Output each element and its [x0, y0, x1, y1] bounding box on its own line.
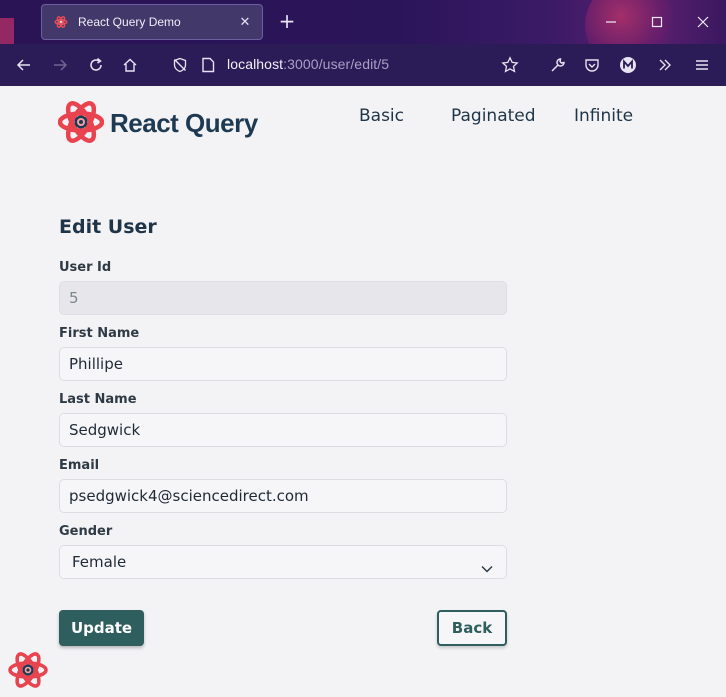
gender-label: Gender [59, 524, 113, 539]
nav-link-infinite[interactable]: Infinite [574, 106, 633, 126]
logo-text[interactable]: React Query [110, 108, 258, 139]
browser-tab-bar: React Query Demo ✕ + [0, 0, 726, 44]
last-name-field[interactable]: Sedgwick [59, 413, 507, 447]
nav-link-basic[interactable]: Basic [359, 106, 404, 126]
home-icon[interactable] [116, 51, 144, 79]
close-window-icon[interactable] [680, 0, 726, 44]
address-bar[interactable]: localhost:3000/user/edit/5 [227, 56, 389, 72]
react-query-favicon-icon [54, 15, 68, 29]
bookmark-star-icon[interactable] [496, 51, 524, 79]
pocket-icon[interactable] [578, 51, 606, 79]
url-path: :3000/user/edit/5 [283, 56, 390, 72]
chevron-down-icon [480, 555, 494, 573]
reload-icon[interactable] [82, 51, 110, 79]
url-host: localhost [227, 56, 284, 72]
close-tab-icon[interactable]: ✕ [234, 15, 256, 30]
back-button[interactable]: Back [437, 610, 507, 646]
react-query-logo-icon [58, 101, 104, 143]
forward-arrow-icon[interactable] [46, 51, 74, 79]
new-tab-icon[interactable]: + [276, 10, 298, 32]
nav-link-paginated[interactable]: Paginated [451, 106, 536, 126]
browser-tab[interactable]: React Query Demo ✕ [41, 4, 263, 40]
page-content: React Query Basic Paginated Infinite Edi… [0, 86, 726, 697]
react-query-devtools-toggle[interactable] [8, 650, 48, 690]
tab-bar-decoration [0, 18, 14, 44]
extension-m-icon[interactable] [614, 51, 642, 79]
form-title: Edit User [59, 216, 157, 238]
minimize-icon[interactable] [588, 0, 634, 44]
user-id-field: 5 [59, 281, 507, 315]
hamburger-menu-icon[interactable] [688, 51, 716, 79]
maximize-icon[interactable] [634, 0, 680, 44]
gender-selected-value: Female [72, 553, 127, 571]
react-query-logo[interactable] [58, 100, 104, 144]
react-query-devtools-icon [8, 652, 48, 688]
email-label: Email [59, 458, 100, 473]
update-button[interactable]: Update [59, 610, 144, 646]
email-field[interactable]: psedgwick4@sciencedirect.com [59, 479, 507, 513]
user-id-label: User Id [59, 260, 112, 275]
tab-title: React Query Demo [78, 15, 181, 29]
page-info-icon[interactable] [194, 51, 222, 79]
first-name-field[interactable]: Phillipe [59, 347, 507, 381]
gender-select[interactable]: Female [59, 545, 507, 579]
tracking-protection-icon[interactable] [166, 51, 194, 79]
back-arrow-icon[interactable] [10, 51, 38, 79]
first-name-label: First Name [59, 326, 140, 341]
wrench-icon[interactable] [544, 51, 572, 79]
overflow-chevrons-icon[interactable] [651, 51, 679, 79]
last-name-label: Last Name [59, 392, 137, 407]
